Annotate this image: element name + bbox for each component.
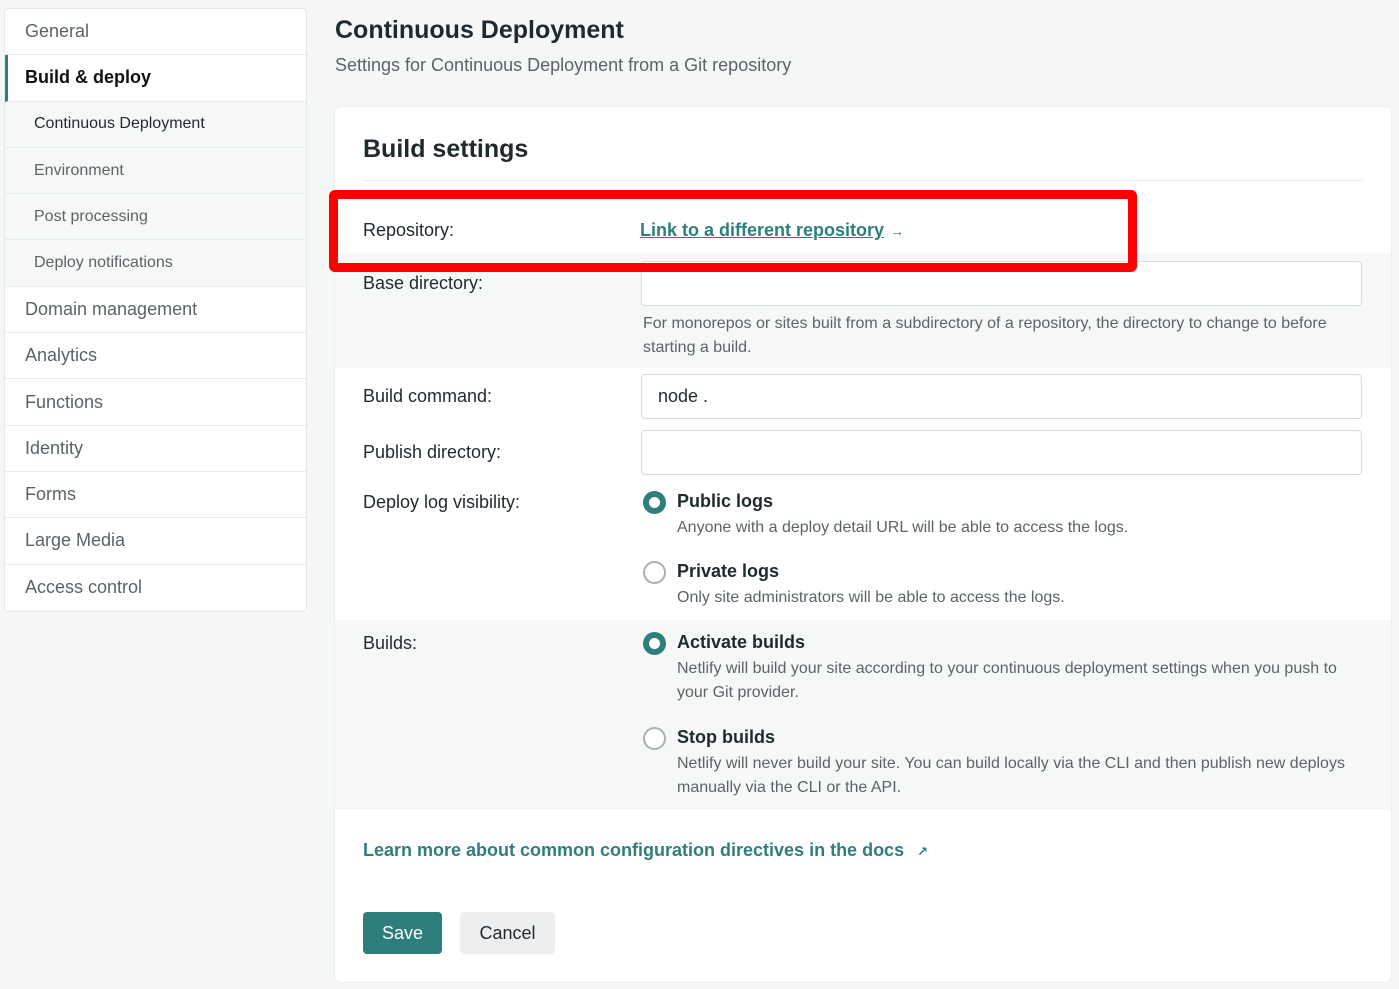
sidebar-item-functions[interactable]: Functions <box>5 379 306 426</box>
private-logs-title: Private logs <box>677 561 780 581</box>
sidebar-item-forms[interactable]: Forms <box>5 472 306 519</box>
sidebar-subitem-environment[interactable]: Environment <box>5 147 306 195</box>
docs-link-label: Learn more about common configuration di… <box>363 840 905 860</box>
repository-label: Repository: <box>363 220 455 240</box>
sidebar-item-domain-management[interactable]: Domain management <box>5 287 306 334</box>
base-directory-input[interactable] <box>641 261 1362 306</box>
link-different-repository-label: Link to a different repository <box>640 220 885 240</box>
radio-private-logs[interactable] <box>643 561 666 584</box>
sidebar-item-analytics[interactable]: Analytics <box>5 333 306 380</box>
activate-builds-desc: Netlify will build your site according t… <box>677 660 1337 701</box>
stop-builds-desc: Netlify will never build your site. You … <box>677 755 1345 796</box>
base-directory-help: For monorepos or sites built from a subd… <box>643 315 1327 356</box>
sidebar-subitem-post-processing[interactable]: Post processing <box>5 194 306 241</box>
publish-directory-label: Publish directory: <box>363 442 502 462</box>
card-title: Build settings <box>363 135 529 163</box>
stop-builds-title: Stop builds <box>677 727 775 747</box>
build-command-row: Build command: node . <box>335 368 1391 426</box>
deploy-log-visibility-row: Deploy log visibility: Public logs Anyon… <box>335 480 1391 620</box>
private-logs-desc: Only site administrators will be able to… <box>677 589 1065 606</box>
sidebar-subitem-continuous-deployment[interactable]: Continuous Deployment <box>5 101 306 148</box>
build-command-input[interactable]: node . <box>641 374 1362 419</box>
build-command-label: Build command: <box>363 386 493 406</box>
build-settings-card: Build settings Repository: Link to a dif… <box>335 107 1391 982</box>
builds-label: Builds: <box>363 633 418 653</box>
activate-builds-title: Activate builds <box>677 632 806 652</box>
sidebar-item-large-media[interactable]: Large Media <box>5 518 306 565</box>
sidebar-item-general[interactable]: General <box>5 9 306 56</box>
page-subtitle: Settings for Continuous Deployment from … <box>335 55 792 75</box>
sidebar-subitem-deploy-notifications[interactable]: Deploy notifications <box>5 240 306 287</box>
save-button[interactable]: Save <box>363 912 442 954</box>
page-title: Continuous Deployment <box>335 16 624 44</box>
public-logs-desc: Anyone with a deploy detail URL will be … <box>677 519 1129 536</box>
public-logs-title: Public logs <box>677 491 774 511</box>
sidebar-item-identity[interactable]: Identity <box>5 426 306 472</box>
publish-directory-row: Publish directory: <box>335 426 1391 480</box>
sidebar-item-access-control[interactable]: Access control <box>5 565 306 611</box>
sidebar-item-build-deploy[interactable]: Build & deploy <box>5 55 306 102</box>
radio-public-logs[interactable] <box>643 491 666 514</box>
external-link-icon: ↗ <box>917 844 929 859</box>
cancel-button[interactable]: Cancel <box>460 912 555 954</box>
settings-sidebar: General Build & deploy Continuous Deploy… <box>4 8 307 612</box>
base-directory-row: Base directory: For monorepos or sites b… <box>335 253 1391 368</box>
divider <box>363 180 1363 181</box>
radio-activate-builds[interactable] <box>643 632 666 655</box>
radio-stop-builds[interactable] <box>643 727 666 750</box>
builds-row: Builds: Activate builds Netlify will bui… <box>335 620 1391 810</box>
deploy-log-visibility-label: Deploy log visibility: <box>363 492 521 512</box>
base-directory-label: Base directory: <box>363 273 484 293</box>
link-different-repository[interactable]: Link to a different repository → <box>640 220 904 241</box>
arrow-right-icon: → <box>890 223 905 239</box>
docs-link[interactable]: Learn more about common configuration di… <box>363 840 928 861</box>
publish-directory-input[interactable] <box>641 430 1362 475</box>
